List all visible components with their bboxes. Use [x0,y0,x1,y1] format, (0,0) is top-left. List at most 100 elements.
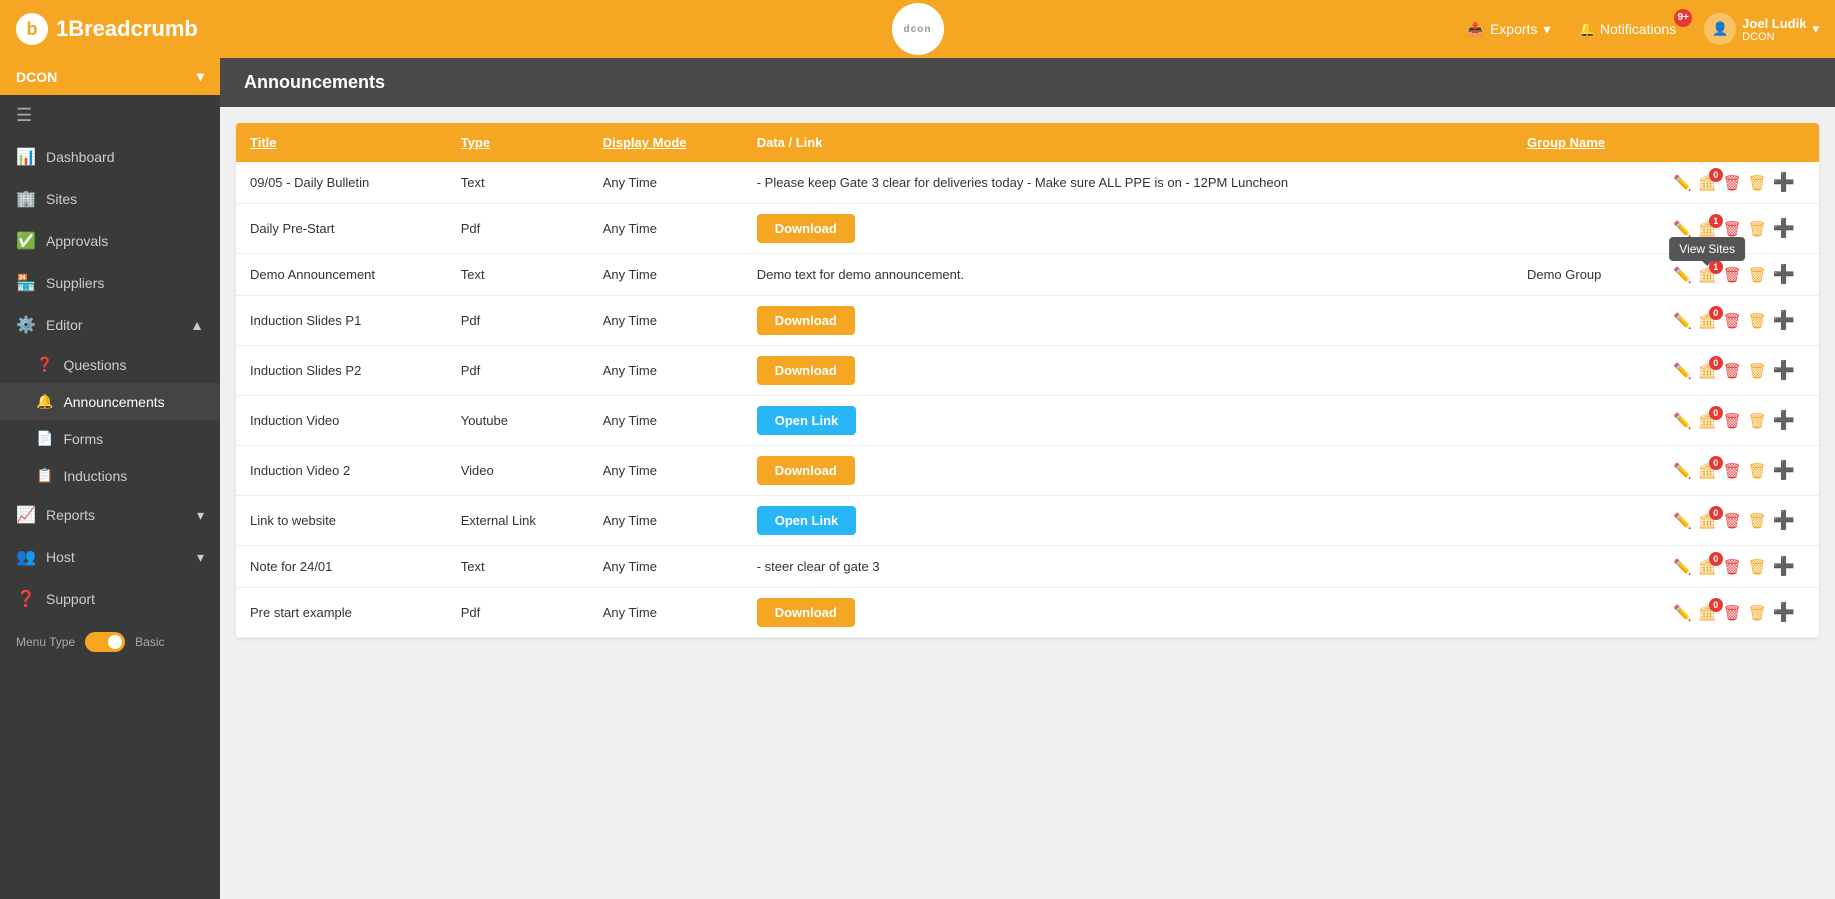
building-icon-wrap[interactable]: 🏛1View Sites [1698,266,1717,284]
cell-display-mode: Any Time [589,162,743,204]
col-header-group-name[interactable]: Group Name [1513,123,1659,162]
archive-icon[interactable]: 🗑 [1748,412,1767,430]
col-header-title[interactable]: Title [236,123,447,162]
edit-icon[interactable]: ✏️ [1673,362,1692,380]
cell-display-mode: Any Time [589,296,743,346]
sidebar-label-forms: Forms [63,431,103,447]
sidebar-item-forms[interactable]: 📄 Forms [0,420,220,457]
edit-icon[interactable]: ✏️ [1673,412,1692,430]
delete-icon[interactable]: 🗑 [1723,362,1742,380]
cell-title: Demo Announcement [236,254,447,296]
cell-group-name [1513,162,1659,204]
inductions-icon: 📋 [36,467,53,484]
building-icon-wrap[interactable]: 🏛0 [1698,312,1717,330]
building-icon-wrap[interactable]: 🏛0 [1698,362,1717,380]
sidebar-item-sites[interactable]: 🏢 Sites [0,178,220,220]
add-icon[interactable]: ➕ [1773,310,1795,331]
add-icon[interactable]: ➕ [1773,602,1795,623]
edit-icon[interactable]: ✏️ [1673,558,1692,576]
delete-icon[interactable]: 🗑 [1723,604,1742,622]
notifications-button[interactable]: 🔔 Notifications 9+ [1570,17,1684,42]
add-icon[interactable]: ➕ [1773,172,1795,193]
edit-icon[interactable]: ✏️ [1673,174,1692,192]
archive-icon[interactable]: 🗑 [1748,558,1767,576]
building-icon-wrap[interactable]: 🏛0 [1698,604,1717,622]
cell-title: Pre start example [236,588,447,638]
download-button[interactable]: Download [757,598,855,627]
building-icon-wrap[interactable]: 🏛0 [1698,412,1717,430]
archive-icon[interactable]: 🗑 [1748,312,1767,330]
user-menu[interactable]: 👤 Joel Ludik DCON ▾ [1704,13,1819,45]
edit-icon[interactable]: ✏️ [1673,220,1692,238]
sidebar-label-reports: Reports [46,507,187,523]
cell-data-link: Download [743,446,1513,496]
download-button[interactable]: Download [757,356,855,385]
download-button[interactable]: Download [757,456,855,485]
edit-icon[interactable]: ✏️ [1673,312,1692,330]
sidebar-item-editor[interactable]: ⚙️ Editor ▲ [0,304,220,346]
sidebar-item-reports[interactable]: 📈 Reports ▾ [0,494,220,536]
add-icon[interactable]: ➕ [1773,264,1795,285]
delete-icon[interactable]: 🗑 [1723,462,1742,480]
sidebar-item-dashboard[interactable]: 📊 Dashboard [0,136,220,178]
sidebar-item-inductions[interactable]: 📋 Inductions [0,457,220,494]
sidebar-item-approvals[interactable]: ✅ Approvals [0,220,220,262]
building-badge: 0 [1709,506,1723,520]
building-icon-wrap[interactable]: 🏛1 [1698,220,1717,238]
add-icon[interactable]: ➕ [1773,460,1795,481]
add-icon[interactable]: ➕ [1773,360,1795,381]
user-name: Joel Ludik [1742,16,1806,31]
building-icon-wrap[interactable]: 🏛0 [1698,558,1717,576]
open-link-button[interactable]: Open Link [757,406,857,435]
delete-icon[interactable]: 🗑 [1723,558,1742,576]
archive-icon[interactable]: 🗑 [1748,220,1767,238]
sidebar-item-announcements[interactable]: 🔔 Announcements [0,383,220,420]
edit-icon[interactable]: ✏️ [1673,462,1692,480]
delete-icon[interactable]: 🗑 [1723,174,1742,192]
org-selector[interactable]: DCON ▾ [0,58,220,95]
cell-display-mode: Any Time [589,546,743,588]
add-icon[interactable]: ➕ [1773,510,1795,531]
archive-icon[interactable]: 🗑 [1748,362,1767,380]
edit-icon[interactable]: ✏️ [1673,604,1692,622]
cell-group-name [1513,204,1659,254]
sites-icon: 🏢 [16,189,36,209]
edit-icon[interactable]: ✏️ [1673,266,1692,284]
org-name: DCON [16,69,57,85]
archive-icon[interactable]: 🗑 [1748,462,1767,480]
delete-icon[interactable]: 🗑 [1723,512,1742,530]
exports-button[interactable]: 📤 Exports ▾ [1467,21,1551,38]
editor-arrow-icon: ▲ [190,317,204,333]
building-icon-wrap[interactable]: 🏛0 [1698,174,1717,192]
delete-icon[interactable]: 🗑 [1723,220,1742,238]
menu-toggle[interactable]: ☰ [0,95,220,136]
sidebar-item-suppliers[interactable]: 🏪 Suppliers [0,262,220,304]
building-icon-wrap[interactable]: 🏛0 [1698,512,1717,530]
sidebar-item-questions[interactable]: ❓ Questions [0,346,220,383]
col-header-type[interactable]: Type [447,123,589,162]
archive-icon[interactable]: 🗑 [1748,266,1767,284]
archive-icon[interactable]: 🗑 [1748,604,1767,622]
delete-icon[interactable]: 🗑 [1723,312,1742,330]
sidebar-item-support[interactable]: ❓ Support [0,578,220,620]
add-icon[interactable]: ➕ [1773,218,1795,239]
cell-display-mode: Any Time [589,446,743,496]
add-icon[interactable]: ➕ [1773,556,1795,577]
sidebar-item-host[interactable]: 👥 Host ▾ [0,536,220,578]
download-button[interactable]: Download [757,306,855,335]
action-icons-group: ✏️ 🏛0 🗑 🗑 ➕ [1673,602,1805,623]
building-icon-wrap[interactable]: 🏛0 [1698,462,1717,480]
action-icons-group: ✏️ 🏛0 🗑 🗑 ➕ [1673,410,1805,431]
menu-type-toggle[interactable] [85,632,125,652]
delete-icon[interactable]: 🗑 [1723,412,1742,430]
edit-icon[interactable]: ✏️ [1673,512,1692,530]
view-sites-tooltip: View Sites [1669,237,1745,261]
archive-icon[interactable]: 🗑 [1748,512,1767,530]
add-icon[interactable]: ➕ [1773,410,1795,431]
delete-icon[interactable]: 🗑 [1723,266,1742,284]
download-button[interactable]: Download [757,214,855,243]
archive-icon[interactable]: 🗑 [1748,174,1767,192]
open-link-button[interactable]: Open Link [757,506,857,535]
col-header-display-mode[interactable]: Display Mode [589,123,743,162]
page-title: Announcements [244,72,385,92]
